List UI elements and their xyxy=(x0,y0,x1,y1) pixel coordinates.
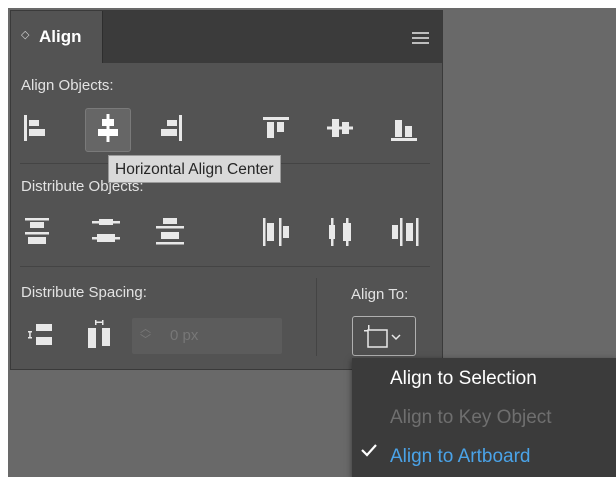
vertical-align-top-icon[interactable] xyxy=(263,117,289,139)
align-objects-label: Align Objects: xyxy=(21,77,114,94)
horizontal-align-center-icon[interactable] xyxy=(96,114,120,142)
tab-label: Align xyxy=(39,27,82,46)
vertical-distribute-center-icon[interactable] xyxy=(92,218,120,246)
align-to-artboard-icon xyxy=(363,324,403,350)
vertical-distribute-bottom-icon[interactable] xyxy=(156,218,184,246)
vertical-align-bottom-icon[interactable] xyxy=(391,117,417,141)
checkmark-icon xyxy=(360,443,378,462)
distribute-spacing-label: Distribute Spacing: xyxy=(21,284,147,301)
horizontal-distribute-space-icon[interactable] xyxy=(86,318,114,350)
section-vertical-divider xyxy=(316,278,317,356)
menu-item-align-to-artboard[interactable]: Align to Artboard xyxy=(390,446,530,468)
tab-align[interactable]: ◇ Align xyxy=(11,11,103,63)
align-to-menu: Align to Selection Align to Key Object A… xyxy=(352,358,616,477)
vertical-distribute-space-icon[interactable] xyxy=(26,321,54,349)
section-divider xyxy=(20,266,430,267)
vertical-align-center-icon[interactable] xyxy=(327,117,353,139)
spacing-input[interactable]: ︿ ﹀ 0 px xyxy=(132,318,282,354)
horizontal-distribute-right-icon[interactable] xyxy=(390,218,420,246)
vertical-distribute-top-icon[interactable] xyxy=(25,218,49,246)
horizontal-distribute-center-icon[interactable] xyxy=(328,218,356,246)
align-to-dropdown-button[interactable] xyxy=(352,316,416,356)
hamburger-menu-icon[interactable] xyxy=(412,32,429,44)
menu-item-align-to-key-object: Align to Key Object xyxy=(390,407,552,428)
tooltip: Horizontal Align Center xyxy=(108,155,281,183)
collapse-chevron-icon[interactable]: ◇ xyxy=(21,28,29,41)
menu-item-align-to-selection[interactable]: Align to Selection xyxy=(390,368,537,390)
panel-header: ◇ Align xyxy=(11,11,442,63)
align-to-label: Align To: xyxy=(351,286,409,303)
stepper-arrows-icon[interactable]: ︿ ﹀ xyxy=(140,324,151,346)
horizontal-align-right-icon[interactable] xyxy=(160,115,182,141)
horizontal-align-left-icon[interactable] xyxy=(24,115,46,141)
horizontal-distribute-left-icon[interactable] xyxy=(263,218,293,246)
spacing-value: 0 px xyxy=(170,327,199,344)
